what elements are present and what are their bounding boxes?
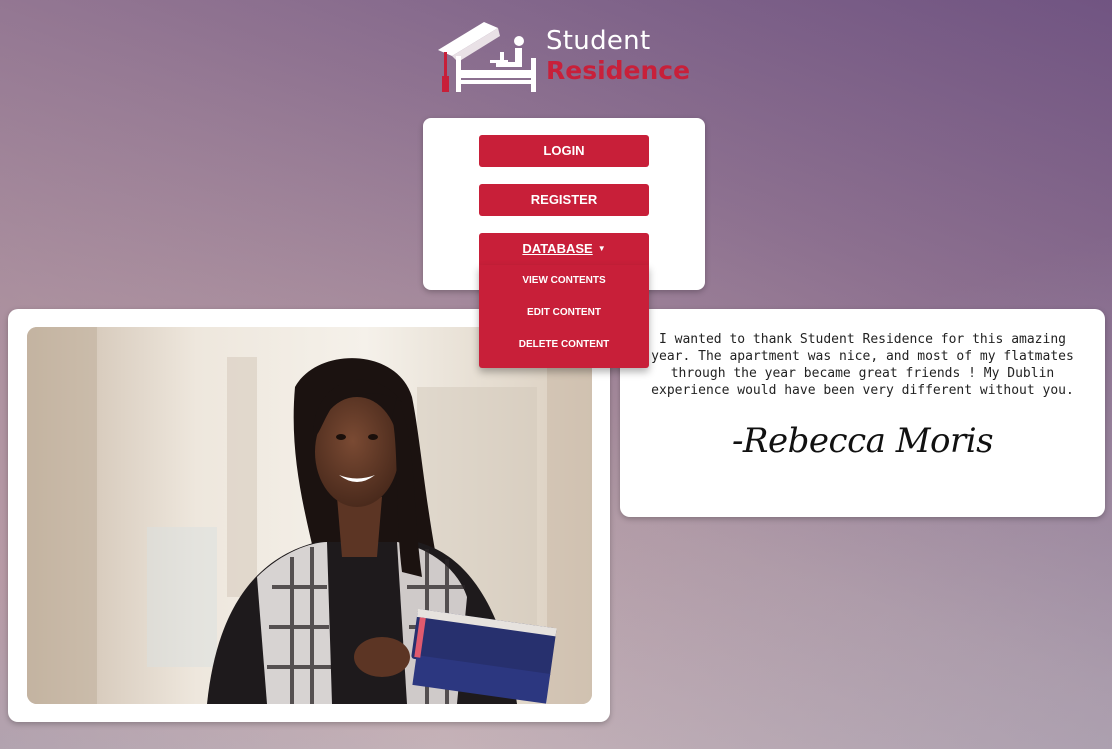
student-photo bbox=[27, 327, 592, 704]
database-label: DATABASE bbox=[522, 241, 593, 256]
login-button[interactable]: LOGIN bbox=[479, 135, 649, 167]
testimonial-card: I wanted to thank Student Residence for … bbox=[620, 309, 1105, 517]
testimonial-text: I wanted to thank Student Residence for … bbox=[651, 332, 1074, 398]
testimonial-signature: -Rebecca Moris bbox=[731, 421, 994, 461]
photo-card bbox=[8, 309, 610, 722]
graduation-bed-icon bbox=[438, 22, 536, 92]
site-logo[interactable]: Student Residence bbox=[436, 20, 706, 96]
menu-item-view-contents[interactable]: VIEW CONTENTS bbox=[479, 271, 649, 291]
database-menu: VIEW CONTENTS EDIT CONTENT DELETE CONTEN… bbox=[479, 265, 649, 368]
menu-item-delete-content[interactable]: DELETE CONTENT bbox=[479, 335, 649, 355]
logo-word-student: Student bbox=[546, 26, 651, 56]
logo-word-residence: Residence bbox=[546, 56, 691, 85]
menu-item-edit-content[interactable]: EDIT CONTENT bbox=[479, 303, 649, 323]
register-button[interactable]: REGISTER bbox=[479, 184, 649, 216]
caret-down-icon: ▼ bbox=[597, 244, 606, 253]
database-dropdown-button[interactable]: DATABASE ▼ bbox=[479, 233, 649, 265]
